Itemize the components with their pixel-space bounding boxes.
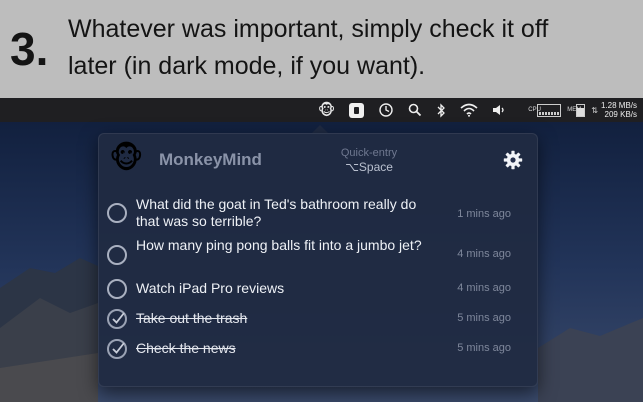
- caption-banner: 3. Whatever was important, simply check …: [0, 0, 643, 98]
- task-item: Take out the trash 5 mins ago: [99, 306, 537, 330]
- task-checkbox[interactable]: [107, 279, 127, 299]
- task-checkbox-checked[interactable]: [107, 309, 127, 329]
- volume-icon[interactable]: [492, 98, 506, 122]
- task-text[interactable]: What did the goat in Ted's bathroom real…: [136, 196, 436, 230]
- task-checkbox-checked[interactable]: [107, 339, 127, 359]
- menu-bar: 🐵 CPU MEM ⇅ 1.28 MB/s 209 KB/s: [0, 98, 643, 122]
- memory-monitor[interactable]: MEM: [567, 98, 586, 122]
- task-timestamp: 5 mins ago: [457, 312, 511, 324]
- memory-gauge: [576, 103, 586, 117]
- task-timestamp: 4 mins ago: [457, 282, 511, 294]
- task-item: Check the news 5 mins ago: [99, 336, 537, 360]
- task-item: What did the goat in Ted's bathroom real…: [99, 194, 537, 232]
- pocket-icon[interactable]: [349, 98, 365, 122]
- task-checkbox[interactable]: [107, 245, 127, 265]
- quick-entry-label: Quick-entry: [340, 147, 398, 159]
- monkey-logo-icon: 🐵: [109, 142, 144, 175]
- cpu-graph: [537, 103, 562, 117]
- task-timestamp: 1 mins ago: [457, 208, 511, 220]
- network-monitor[interactable]: ⇅ 1.28 MB/s 209 KB/s: [591, 98, 637, 122]
- task-checkbox[interactable]: [107, 203, 127, 223]
- time-machine-icon[interactable]: [378, 98, 394, 122]
- task-timestamp: 4 mins ago: [457, 248, 511, 260]
- caption-line-1: Whatever was important, simply check it …: [68, 15, 549, 43]
- network-upload-rate: 1.28 MB/s: [600, 101, 637, 110]
- checkmark-icon: [112, 342, 125, 354]
- gear-icon: [503, 150, 523, 170]
- checkmark-icon: [112, 312, 125, 324]
- search-icon[interactable]: [408, 98, 422, 122]
- bluetooth-icon[interactable]: [436, 98, 446, 122]
- task-text[interactable]: Watch iPad Pro reviews: [136, 280, 436, 297]
- quick-entry-shortcut: ⌥Space: [345, 160, 393, 174]
- task-item: Watch iPad Pro reviews 4 mins ago: [99, 276, 537, 300]
- task-timestamp: 5 mins ago: [457, 342, 511, 354]
- monkey-icon[interactable]: 🐵: [318, 98, 335, 122]
- network-download-rate: 209 KB/s: [604, 110, 637, 119]
- cpu-monitor[interactable]: CPU: [528, 98, 562, 122]
- wifi-icon[interactable]: [460, 98, 478, 122]
- task-text[interactable]: Check the news: [136, 340, 436, 357]
- mem-label: MEM: [567, 106, 582, 113]
- task-text[interactable]: How many ping pong balls fit into a jumb…: [136, 237, 436, 254]
- network-arrows-icon: ⇅: [591, 105, 598, 115]
- popover-header: 🐵 MonkeyMind Quick-entry ⌥Space: [99, 134, 537, 184]
- quick-entry-hint: Quick-entry ⌥Space: [319, 146, 419, 174]
- caption-line-2: later (in dark mode, if you want).: [68, 52, 426, 80]
- cpu-label: CPU: [528, 106, 541, 113]
- task-item: How many ping pong balls fit into a jumb…: [99, 236, 537, 274]
- settings-button[interactable]: [502, 149, 524, 171]
- app-name: MonkeyMind: [159, 150, 262, 169]
- task-text[interactable]: Take out the trash: [136, 310, 436, 327]
- monkeymind-popover: 🐵 MonkeyMind Quick-entry ⌥Space What did…: [98, 133, 538, 387]
- step-number: 3.: [10, 23, 49, 75]
